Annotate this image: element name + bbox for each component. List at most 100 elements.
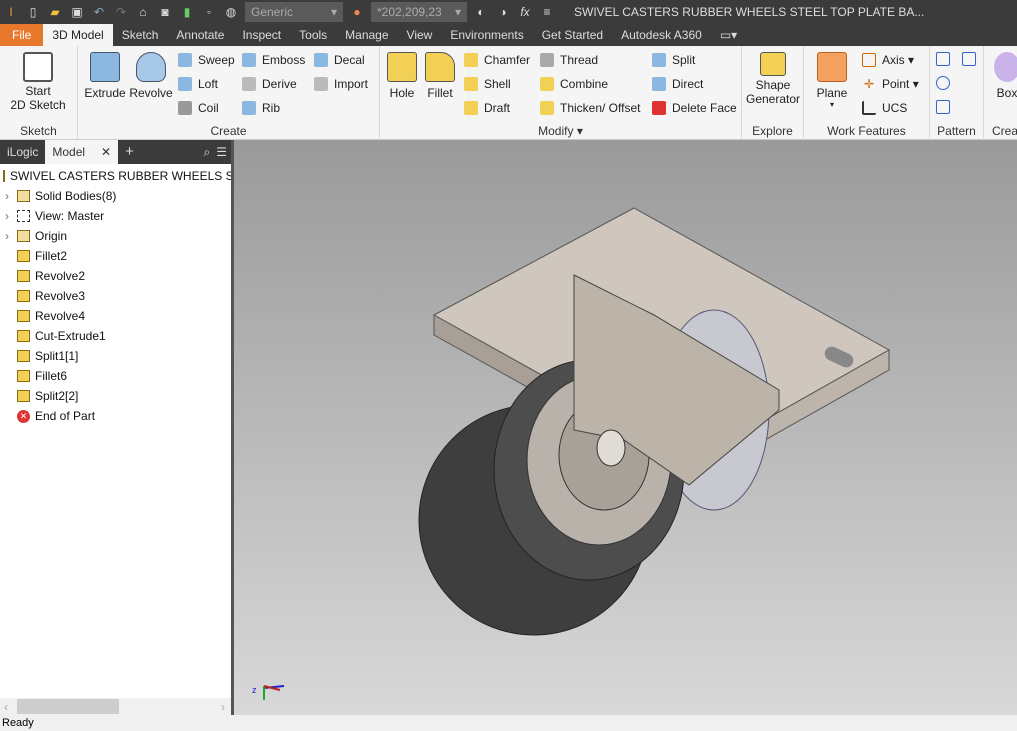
update-icon[interactable]: ◙ <box>158 5 172 19</box>
thread-button[interactable]: Thread <box>540 53 598 67</box>
open-icon[interactable]: ▰ <box>48 5 62 19</box>
split-button[interactable]: Split <box>652 53 695 67</box>
panel-label[interactable]: Modify ▾ <box>380 124 741 138</box>
scrollbar-thumb[interactable] <box>17 699 119 714</box>
point-button[interactable]: ✛ Point ▾ <box>862 77 919 91</box>
coil-button[interactable]: Coil <box>178 101 219 115</box>
generator-label: Generator <box>745 92 801 106</box>
revolve-button[interactable]: Revolve <box>128 46 174 100</box>
tab-sketch[interactable]: Sketch <box>113 24 168 46</box>
ucs-button[interactable]: UCS <box>862 101 907 115</box>
add-tab-icon[interactable]: + <box>118 140 141 164</box>
tree-node-feature[interactable]: Fillet2 <box>0 246 231 266</box>
tab-view[interactable]: View <box>398 24 442 46</box>
decal-button[interactable]: Decal <box>314 53 365 67</box>
chamfer-icon <box>464 53 478 67</box>
tree-root[interactable]: SWIVEL CASTERS RUBBER WHEELS STEEL T <box>0 166 231 186</box>
tree-node-feature[interactable]: Revolve3 <box>0 286 231 306</box>
tree-node-feature[interactable]: Revolve4 <box>0 306 231 326</box>
tree-node-feature[interactable]: Split2[2] <box>0 386 231 406</box>
thicken-offset-button[interactable]: Thicken/ Offset <box>540 101 640 115</box>
combine-button[interactable]: Combine <box>540 77 608 91</box>
chamfer-label: Chamfer <box>484 53 531 67</box>
point-icon: ✛ <box>863 77 875 91</box>
sketch-pattern-icon[interactable] <box>936 100 950 114</box>
redo-icon[interactable]: ↷ <box>114 5 128 19</box>
appearance-icon[interactable]: ● <box>350 5 364 19</box>
axis-button[interactable]: Axis ▾ <box>862 53 914 67</box>
tree-node-feature[interactable]: Cut-Extrude1 <box>0 326 231 346</box>
node-label: Split2[2] <box>35 389 79 403</box>
tree-node-solid-bodies[interactable]: › Solid Bodies(8) <box>0 186 231 206</box>
derive-button[interactable]: Derive <box>242 77 297 91</box>
rib-button[interactable]: Rib <box>242 101 280 115</box>
sweep-button[interactable]: Sweep <box>178 53 235 67</box>
circular-pattern-icon[interactable] <box>936 76 950 90</box>
draft-button[interactable]: Draft <box>464 101 510 115</box>
tree-node-feature[interactable]: Revolve2 <box>0 266 231 286</box>
tab-environments[interactable]: Environments <box>441 24 532 46</box>
rectangular-pattern-icon[interactable] <box>936 52 950 66</box>
shell-button[interactable]: Shell <box>464 77 511 91</box>
home-icon[interactable]: ⌂ <box>136 5 150 19</box>
tab-file[interactable]: File <box>0 24 44 46</box>
box-button[interactable]: Box <box>992 46 1017 100</box>
loft-button[interactable]: Loft <box>178 77 218 91</box>
tab-autodesk-a360[interactable]: Autodesk A360 <box>612 24 711 46</box>
clear-icon[interactable]: ◑ <box>496 5 510 19</box>
tab-annotate[interactable]: Annotate <box>167 24 233 46</box>
tab-manage[interactable]: Manage <box>336 24 397 46</box>
shape-generator-button[interactable]: Shape Generator <box>742 46 804 106</box>
hole-button[interactable]: Hole <box>384 46 420 100</box>
tab-tools[interactable]: Tools <box>290 24 336 46</box>
adjust-icon[interactable]: ◐ <box>474 5 488 19</box>
tab-get-started[interactable]: Get Started <box>533 24 612 46</box>
emboss-button[interactable]: Emboss <box>242 53 305 67</box>
window-title: SWIVEL CASTERS RUBBER WHEELS STEEL TOP P… <box>574 5 925 19</box>
scroll-right-icon[interactable]: › <box>221 700 225 714</box>
measure-icon[interactable]: ◦ <box>202 5 216 19</box>
tree-node-feature[interactable]: Fillet6 <box>0 366 231 386</box>
material-combo[interactable]: Generic ▾ <box>245 2 343 22</box>
tab-3d-model[interactable]: 3D Model <box>43 24 113 46</box>
tab-model[interactable]: Model ✕ <box>45 140 119 164</box>
fillet-button[interactable]: Fillet <box>422 46 458 100</box>
app-logo-icon: I <box>9 5 13 19</box>
ribbon-tabs: File 3D Model Sketch Annotate Inspect To… <box>0 24 1017 46</box>
menu-icon[interactable]: ☰ <box>216 145 227 159</box>
horizontal-scrollbar[interactable]: ‹ › <box>0 698 231 715</box>
appearance-combo[interactable]: *202,209,23 ▾ <box>371 2 467 22</box>
expand-icon[interactable]: › <box>5 189 17 203</box>
tree-node-end-of-part[interactable]: ✕ End of Part <box>0 406 231 426</box>
tree-node-feature[interactable]: Split1[1] <box>0 346 231 366</box>
import-button[interactable]: Import <box>314 77 368 91</box>
expand-icon[interactable]: › <box>5 229 17 243</box>
decal-icon <box>314 53 328 67</box>
delete-face-button[interactable]: Delete Face <box>652 101 737 115</box>
scroll-left-icon[interactable]: ‹ <box>4 700 8 714</box>
chamfer-button[interactable]: Chamfer <box>464 53 530 67</box>
mirror-icon[interactable] <box>962 52 976 66</box>
direct-button[interactable]: Direct <box>652 77 703 91</box>
tree-node-origin[interactable]: › Origin <box>0 226 231 246</box>
tab-ilogic[interactable]: iLogic <box>0 140 45 164</box>
material-icon[interactable]: ◍ <box>224 5 238 19</box>
expand-icon[interactable]: › <box>5 209 17 223</box>
tab-inspect[interactable]: Inspect <box>233 24 290 46</box>
fx-icon[interactable]: fx <box>518 5 532 19</box>
axle-bolt <box>596 429 626 467</box>
tree-node-view[interactable]: › View: Master <box>0 206 231 226</box>
select-icon[interactable]: ▮ <box>180 5 194 19</box>
video-icon[interactable]: ▭▾ <box>711 24 746 46</box>
graphics-viewport[interactable]: z <box>234 140 1017 715</box>
customize-icon[interactable]: ≡ <box>540 5 554 19</box>
save-icon[interactable]: ▣ <box>70 5 84 19</box>
new-icon[interactable]: ▯ <box>26 5 40 19</box>
undo-icon[interactable]: ↶ <box>92 5 106 19</box>
close-icon[interactable]: ✕ <box>101 145 111 159</box>
start-2d-sketch-button[interactable]: Start 2D Sketch <box>6 46 70 112</box>
plane-button[interactable]: Plane ▾ <box>810 46 854 109</box>
search-icon[interactable]: ⌕ <box>204 145 211 160</box>
extrude-button[interactable]: Extrude <box>82 46 128 100</box>
start-label-2: 2D Sketch <box>10 98 66 112</box>
